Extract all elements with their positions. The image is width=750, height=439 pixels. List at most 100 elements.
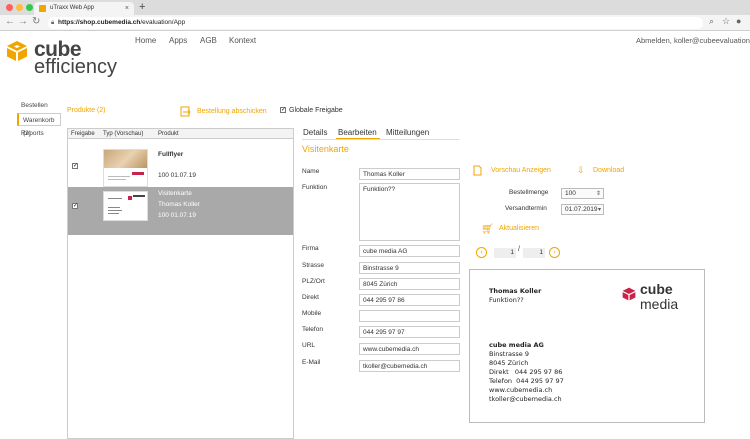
global-release-checkbox[interactable]: ✓ [280,107,286,113]
tab-close-icon[interactable]: × [125,2,129,15]
field-label: Funktion [302,184,327,191]
businesscard-thumbnail [103,191,148,221]
browser-tab[interactable]: uTraxx Web App × [34,2,134,15]
phone-input[interactable]: 044 295 97 97 [359,326,460,338]
delivery-value: 01.07.2019 [565,206,598,213]
product-name: Visitenkarte [158,190,192,197]
pdf-file-icon [473,165,482,176]
reload-icon[interactable]: ↻ [32,16,40,27]
card-line: www.cubemedia.ch [489,386,553,394]
section-title: Visitenkarte [302,144,349,154]
company-input[interactable]: cube media AG [359,245,460,257]
card-logo-icon [622,287,636,301]
sidebar-item-warenkorb[interactable]: Warenkorb (2) [17,113,61,137]
global-release-label: Globale Freigabe [289,107,343,114]
card-line: 8045 Zürich [489,359,529,367]
card-function: Funktion?? [489,296,524,304]
nav-home[interactable]: Home [135,36,156,45]
back-icon[interactable]: ← [5,16,15,27]
card-company: cube media AG [489,341,544,349]
preview-button[interactable]: Vorschau Anzeigen [491,167,551,174]
new-tab-button[interactable]: + [139,1,145,13]
cube-logo-icon [7,41,27,61]
card-line: Binstrasse 9 [489,350,529,358]
product-name: Fullflyer [158,151,184,158]
table-row[interactable]: ✓ Fullflyer 100 01.07.19 [68,143,293,193]
prev-page-icon[interactable]: ‹ [476,247,487,258]
card-logo-top: cube [640,281,673,297]
function-textarea[interactable]: Funktion?? [359,183,460,241]
logo-text-bottom: efficiency [34,56,118,78]
mobile-input[interactable] [359,310,460,322]
product-code: 100 01.07.19 [158,172,196,179]
cart-icon: 🛒︎ [481,224,494,235]
nav-agb[interactable]: AGB [200,36,217,45]
column-header: Freigabe [71,131,95,137]
page-current[interactable]: 1 [494,248,516,258]
table-header: Freigabe Typ (Vorschau) Produkt [68,129,293,139]
close-window-icon[interactable] [6,4,13,11]
zip-city-input[interactable]: 8045 Zürich [359,278,460,290]
product-sub: Thomas Koller [158,201,200,208]
lock-icon: 🔒︎ [51,20,55,26]
field-label: Strasse [302,262,325,269]
table-row-selected[interactable]: ✓ Visitenkarte Thomas Koller 100 01.07.1… [68,187,293,235]
send-order-button[interactable]: Bestellung abschicken [197,108,267,115]
nav-kontext[interactable]: Kontext [229,36,256,45]
url-field[interactable]: www.cubemedia.ch [359,343,460,355]
products-table: Freigabe Typ (Vorschau) Produkt ✓ Fullfl… [67,128,294,439]
quantity-label: Bestellmenge [509,189,549,196]
sidebar-item-bestellen[interactable]: Bestellen [17,99,61,112]
delivery-date-select[interactable]: 01.07.2019 ▾ [561,204,604,215]
field-label: E-Mail [302,359,321,366]
field-label: Telefon [302,326,323,333]
next-page-icon[interactable]: › [549,247,560,258]
field-label: URL [302,342,316,349]
maximize-window-icon[interactable] [26,4,33,11]
download-icon: ⇩ [577,165,585,175]
nav-apps[interactable]: Apps [169,36,187,45]
logout-link[interactable]: Abmelden, koller@cubeevaluation.c [636,36,750,45]
row-release-checkbox[interactable]: ✓ [72,203,78,209]
bookmark-star-icon[interactable]: ☆ [722,16,730,27]
tab-details[interactable]: Details [303,128,327,137]
street-input[interactable]: Binstrasse 9 [359,262,460,274]
card-line: Telefon 044 295 97 97 [489,377,564,385]
download-button[interactable]: Download [593,167,624,174]
direct-phone-input[interactable]: 044 295 97 86 [359,294,460,306]
page-total: 1 [523,248,545,258]
address-bar-row: ← → ↻ 🔒︎ https://shop.cubemedia.ch/evalu… [0,15,750,31]
field-label: PLZ/Ort [302,278,325,285]
tab-mitteilungen[interactable]: Mitteilungen [386,128,429,137]
column-header: Typ (Vorschau) [103,131,144,137]
select-arrows-icon: ⇕ [595,191,601,197]
field-label: Mobile [302,310,322,317]
zoom-icon[interactable]: ⌕ [709,16,714,27]
url-input[interactable]: 🔒︎ https://shop.cubemedia.ch/evaluation/… [48,17,703,29]
row-release-checkbox[interactable]: ✓ [72,163,78,169]
tab-divider [302,139,459,140]
quantity-select[interactable]: 100 ⇕ [561,188,604,199]
minimize-window-icon[interactable] [16,4,23,11]
flyer-thumbnail [103,149,148,187]
tab-bearbeiten[interactable]: Bearbeiten [338,128,377,137]
send-order-icon [180,106,191,117]
field-label: Name [302,168,320,175]
browser-tab-bar: uTraxx Web App × + [0,0,750,15]
update-button[interactable]: Aktualisieren [499,225,539,232]
product-code: 100 01.07.19 [158,212,196,219]
forward-icon[interactable]: → [18,16,28,27]
card-line: tkoller@cubemedia.ch [489,395,562,403]
profile-icon[interactable]: ● [736,16,741,26]
quantity-value: 100 [565,190,576,197]
chevron-down-icon: ▾ [597,207,601,213]
field-label: Direkt [302,294,319,301]
column-header: Produkt [158,131,179,137]
url-path: /evaluation/App [140,19,186,26]
favicon-icon [39,5,46,12]
name-input[interactable]: Thomas Koller [359,168,460,180]
page-separator: / [518,246,520,253]
card-name: Thomas Koller [489,287,542,295]
sidebar-item-reports[interactable]: Reports [17,127,61,140]
email-field[interactable]: tkoller@cubemedia.ch [359,360,460,372]
